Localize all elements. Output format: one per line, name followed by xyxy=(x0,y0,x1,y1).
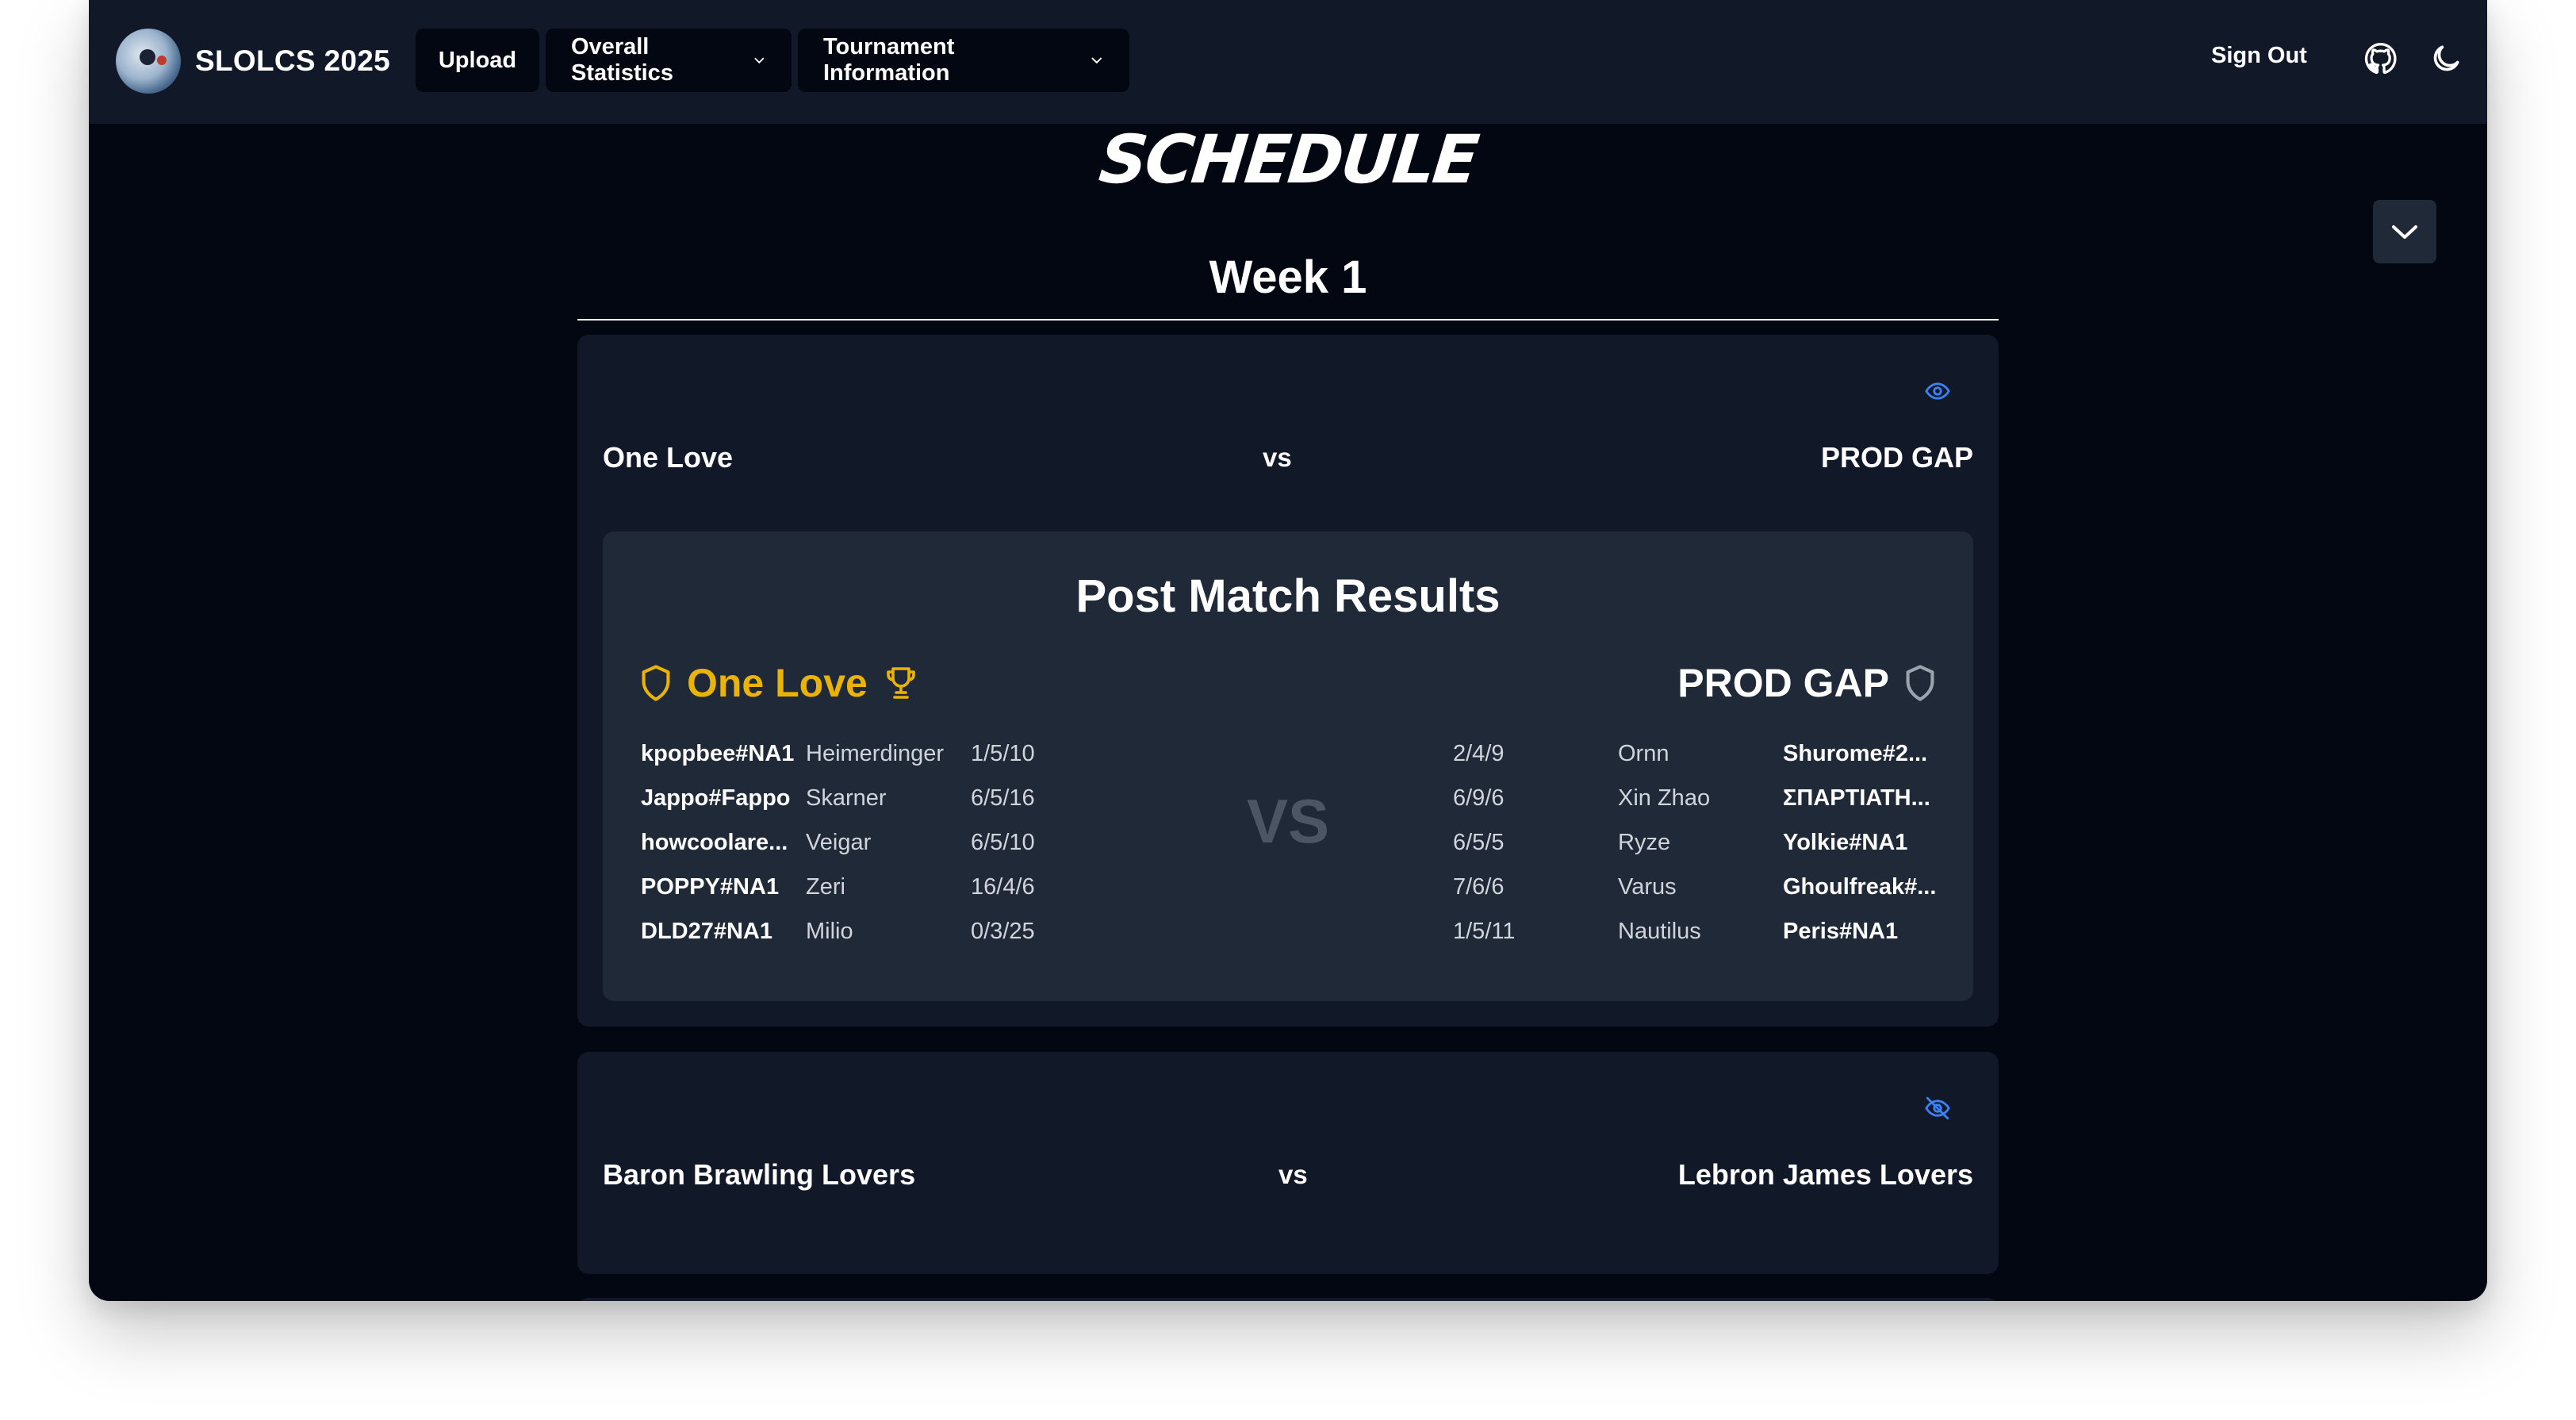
github-icon[interactable] xyxy=(2363,41,2398,76)
player-row: DLD27#NA1 Milio 0/3/25 xyxy=(641,919,1117,963)
post-match-results: Post Match Results One Love PROD GAP VS … xyxy=(603,532,1973,1001)
player-row: 7/6/6 Varus Ghoulfreak#... xyxy=(1453,874,1961,919)
tournament-information-label: Tournament Information xyxy=(823,34,955,86)
brand[interactable]: SLOLCS 2025 xyxy=(116,29,390,94)
upload-button-label: Upload xyxy=(438,47,517,73)
player-champion: Skarner xyxy=(806,785,887,811)
player-champion: Ryze xyxy=(1618,830,1671,855)
player-kda: 6/5/16 xyxy=(971,785,1035,811)
player-row: Jappo#Fappo Skarner 6/5/16 xyxy=(641,785,1117,830)
trophy-icon xyxy=(887,667,915,699)
player-name[interactable]: Shurome#2... xyxy=(1783,741,1927,767)
eye-off-icon[interactable] xyxy=(1924,1095,1951,1122)
player-kda: 2/4/9 xyxy=(1453,741,1505,766)
player-row: kpopbee#NA1 Heimerdinger 1/5/10 xyxy=(641,741,1117,785)
player-kda: 16/4/6 xyxy=(971,874,1035,900)
player-row: POPPY#NA1 Zeri 16/4/6 xyxy=(641,874,1117,919)
match-card xyxy=(577,1298,1999,1301)
player-kda: 6/9/6 xyxy=(1453,785,1505,811)
team-a-name: Baron Brawling Lovers xyxy=(603,1158,916,1191)
player-name[interactable]: Yolkie#NA1 xyxy=(1783,830,1907,856)
player-row: 2/4/9 Ornn Shurome#2... xyxy=(1453,741,1961,785)
page-title: SCHEDULE xyxy=(1095,121,1481,198)
player-kda: 1/5/11 xyxy=(1453,919,1516,944)
results-title: Post Match Results xyxy=(1075,570,1501,622)
player-kda: 6/5/5 xyxy=(1453,830,1505,855)
player-kda: 1/5/10 xyxy=(971,741,1035,766)
top-navbar: SLOLCS 2025 Upload Overall Statistics To… xyxy=(89,0,2487,124)
brand-title: SLOLCS 2025 xyxy=(195,44,390,77)
player-champion: Ornn xyxy=(1618,741,1669,766)
player-name[interactable]: DLD27#NA1 xyxy=(641,919,772,945)
eye-icon[interactable] xyxy=(1924,378,1951,405)
vs-label: vs xyxy=(1278,1160,1308,1189)
player-champion: Veigar xyxy=(806,830,872,855)
chevron-down-icon xyxy=(2392,225,2417,239)
tournament-information-menu[interactable]: Tournament Information xyxy=(798,29,1129,92)
player-champion: Zeri xyxy=(806,874,845,900)
chevron-down-icon xyxy=(1091,57,1102,64)
vs-label: vs xyxy=(1263,443,1292,472)
player-row: howcoolare... Veigar 6/5/10 xyxy=(641,830,1117,874)
player-champion: Nautilus xyxy=(1618,919,1701,944)
player-row: 1/5/11 Nautilus Peris#NA1 xyxy=(1453,919,1961,963)
player-kda: 6/5/10 xyxy=(971,830,1035,855)
player-name[interactable]: Jappo#Fappo xyxy=(641,785,791,812)
results-team-a-name: One Love xyxy=(687,661,868,705)
team-a-name: One Love xyxy=(603,441,734,474)
team-b-name: PROD GAP xyxy=(1820,441,1973,474)
logo xyxy=(116,29,181,94)
moon-icon[interactable] xyxy=(2428,41,2463,76)
player-row: 6/9/6 Xin Zhao ΣΠΑΡΤΙΑΤΗ... xyxy=(1453,785,1961,830)
week-divider xyxy=(577,319,1999,320)
player-name[interactable]: POPPY#NA1 xyxy=(641,874,779,900)
player-name[interactable]: Peris#NA1 xyxy=(1783,919,1898,945)
team-b-name: Lebron James Lovers xyxy=(1677,1158,1973,1191)
shield-icon xyxy=(1906,665,1934,701)
player-champion: Milio xyxy=(806,919,853,944)
player-champion: Varus xyxy=(1618,874,1677,900)
chevron-down-icon xyxy=(754,57,765,64)
player-champion: Xin Zhao xyxy=(1618,785,1711,811)
player-kda: 0/3/25 xyxy=(971,919,1035,944)
match-card: Baron Brawling Lovers vs Lebron James Lo… xyxy=(577,1052,1999,1274)
player-name[interactable]: ΣΠΑΡΤΙΑΤΗ... xyxy=(1783,785,1930,812)
results-team-b-name: PROD GAP xyxy=(1677,661,1889,705)
upload-button[interactable]: Upload xyxy=(416,29,539,92)
player-name[interactable]: kpopbee#NA1 xyxy=(641,741,794,767)
match-card: One Love vs PROD GAP Post Match Results … xyxy=(577,335,1999,1027)
player-name[interactable]: howcoolare... xyxy=(641,830,788,856)
app-window: SLOLCS 2025 Upload Overall Statistics To… xyxy=(89,0,2487,1301)
overall-statistics-label: Overall Statistics xyxy=(571,34,673,86)
overall-statistics-menu[interactable]: Overall Statistics xyxy=(546,29,792,92)
week-title: Week 1 xyxy=(1209,251,1367,303)
player-kda: 7/6/6 xyxy=(1453,874,1505,900)
player-row: 6/5/5 Ryze Yolkie#NA1 xyxy=(1453,830,1961,874)
player-champion: Heimerdinger xyxy=(806,741,945,766)
shield-icon xyxy=(642,665,670,701)
winning-team-header: One Love xyxy=(639,660,920,706)
losing-team-header: PROD GAP xyxy=(1677,660,1937,706)
sign-out-button[interactable]: Sign Out xyxy=(2211,43,2307,69)
player-name[interactable]: Ghoulfreak#... xyxy=(1783,874,1936,900)
